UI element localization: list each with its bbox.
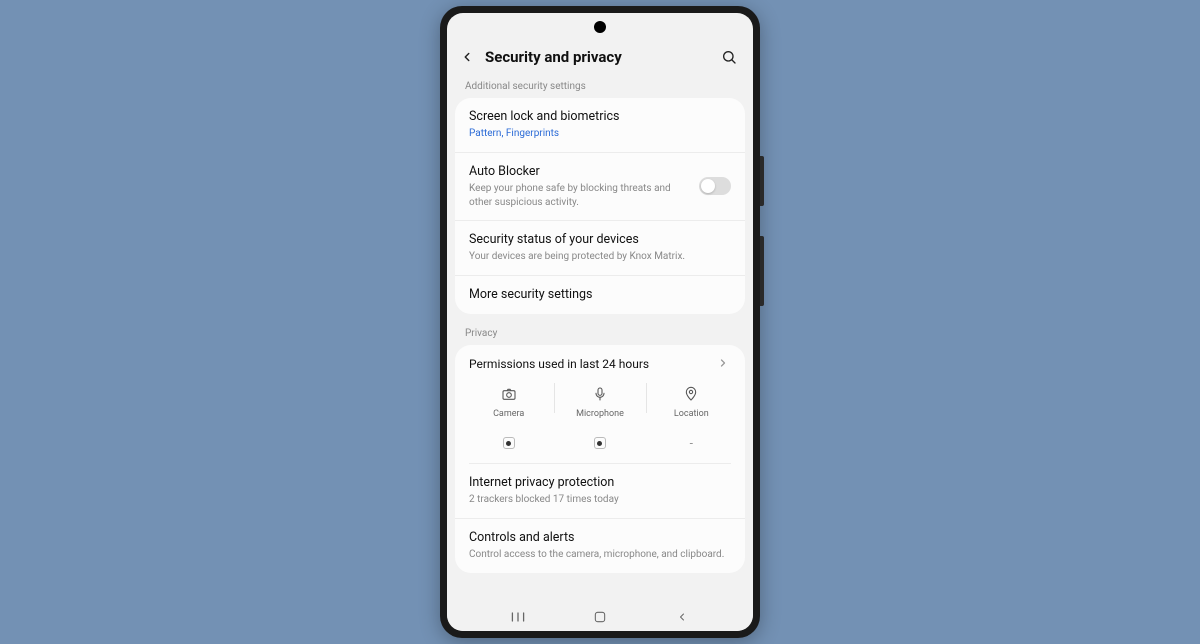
row-more-security[interactable]: More security settings: [455, 276, 745, 314]
front-camera: [594, 21, 606, 33]
page-title: Security and privacy: [485, 48, 711, 66]
phone-frame: Security and privacy Additional security…: [440, 6, 760, 638]
autoblocker-toggle[interactable]: [699, 177, 731, 195]
row-screen-lock[interactable]: Screen lock and biometrics Pattern, Fing…: [455, 98, 745, 153]
section-label-security: Additional security settings: [455, 77, 745, 98]
content[interactable]: Additional security settings Screen lock…: [447, 77, 753, 603]
permissions-indicators: -: [455, 433, 745, 463]
navigation-bar: [447, 603, 753, 631]
permissions-title: Permissions used in last 24 hours: [469, 357, 717, 371]
privacy-card: Permissions used in last 24 hours Camera: [455, 345, 745, 573]
row-sub: Your devices are being protected by Knox…: [469, 250, 731, 264]
row-internet-privacy[interactable]: Internet privacy protection 2 trackers b…: [455, 464, 745, 519]
row-title: Security status of your devices: [469, 232, 731, 248]
perm-microphone[interactable]: Microphone: [554, 381, 645, 423]
indicator-dot: [503, 437, 515, 449]
camera-icon: [500, 385, 518, 403]
screen: Security and privacy Additional security…: [447, 13, 753, 631]
row-title: Internet privacy protection: [469, 475, 731, 491]
perm-indicator-mic: [554, 435, 645, 451]
back-icon[interactable]: [457, 47, 477, 67]
row-auto-blocker[interactable]: Auto Blocker Keep your phone safe by blo…: [455, 153, 745, 221]
home-button[interactable]: [588, 605, 612, 629]
row-sub: Keep your phone safe by blocking threats…: [469, 182, 689, 209]
microphone-icon: [591, 385, 609, 403]
perm-indicator-camera: [463, 435, 554, 451]
row-permissions[interactable]: Permissions used in last 24 hours: [455, 345, 745, 381]
row-title: Screen lock and biometrics: [469, 109, 731, 125]
row-sub: Control access to the camera, microphone…: [469, 548, 731, 562]
row-title: More security settings: [469, 287, 731, 303]
row-sub: 2 trackers blocked 17 times today: [469, 493, 731, 507]
indicator-none: -: [690, 437, 693, 449]
perm-camera[interactable]: Camera: [463, 381, 554, 423]
row-sub: Pattern, Fingerprints: [469, 127, 731, 141]
location-icon: [682, 385, 700, 403]
perm-label: Location: [674, 409, 709, 419]
perm-location[interactable]: Location: [646, 381, 737, 423]
chevron-right-icon: [717, 357, 731, 371]
back-button[interactable]: [670, 605, 694, 629]
section-label-privacy: Privacy: [455, 324, 745, 345]
perm-label: Microphone: [576, 409, 624, 419]
search-icon[interactable]: [719, 47, 739, 67]
security-card: Screen lock and biometrics Pattern, Fing…: [455, 98, 745, 314]
perm-indicator-location: -: [646, 435, 737, 451]
row-title: Controls and alerts: [469, 530, 731, 546]
row-title: Auto Blocker: [469, 164, 689, 180]
header: Security and privacy: [447, 39, 753, 77]
indicator-dot: [594, 437, 606, 449]
recents-button[interactable]: [506, 605, 530, 629]
perm-label: Camera: [493, 409, 524, 419]
row-security-status[interactable]: Security status of your devices Your dev…: [455, 221, 745, 276]
permissions-grid: Camera Microphone Location: [455, 381, 745, 433]
row-controls-alerts[interactable]: Controls and alerts Control access to th…: [455, 519, 745, 573]
